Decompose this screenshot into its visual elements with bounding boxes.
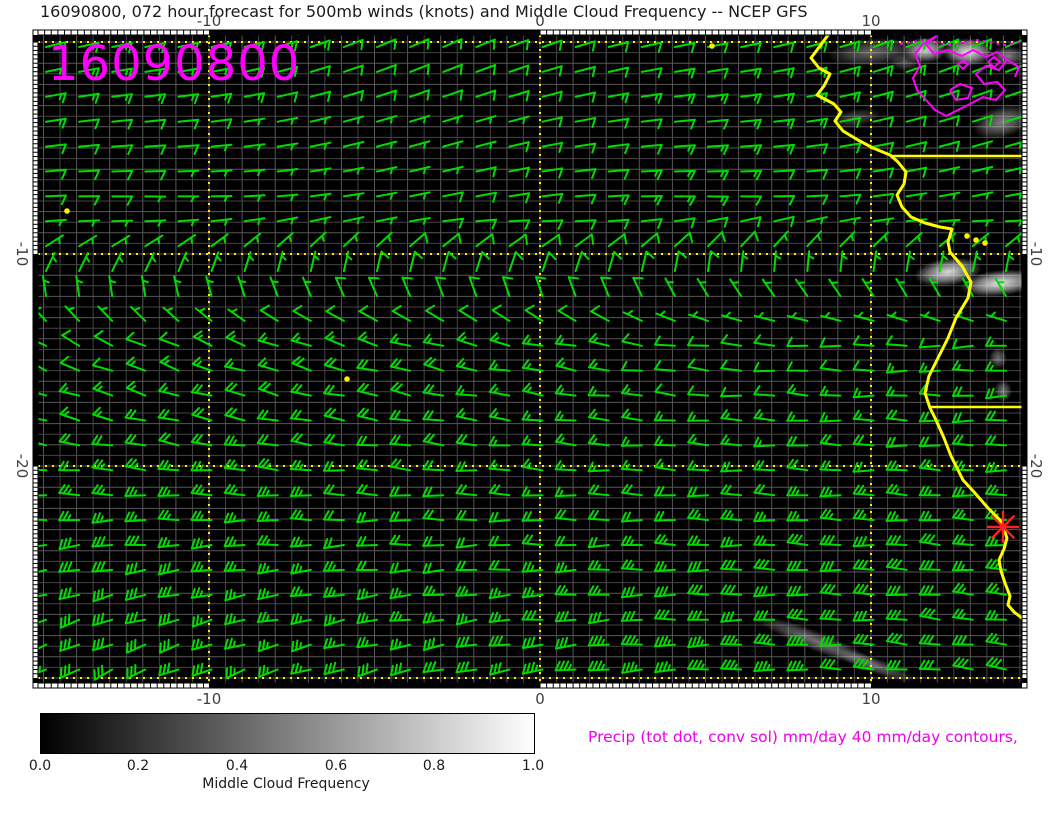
colorbar-label-0.8: 0.8	[422, 758, 446, 774]
colorbar-label-0.4: 0.4	[225, 758, 249, 774]
precip-legend-text: Precip (tot dot, conv sol) mm/day 40 mm/…	[588, 728, 1018, 746]
colorbar-label-1.0: 1.0	[521, 758, 545, 774]
axis-tick-right-m20: -20	[1027, 453, 1045, 479]
station-marker-star	[987, 511, 1019, 543]
axis-tick-right-m10: -10	[1027, 241, 1045, 267]
colorbar-label-0.6: 0.6	[324, 758, 348, 774]
axis-tick-left-m20: -20	[13, 453, 31, 479]
cloud-frequency-colorbar	[40, 713, 535, 754]
forecast-map-page: 16090800, 072 hour forecast for 500mb wi…	[0, 0, 1056, 816]
axis-tick-top-m10: -10	[196, 12, 222, 30]
axis-tick-bottom-0: 0	[535, 690, 545, 708]
colorbar-label-0.0: 0.0	[28, 758, 52, 774]
precip-dot	[344, 376, 350, 382]
axis-tick-top-10: 10	[861, 12, 881, 30]
precip-dot	[964, 233, 970, 239]
plot-background	[38, 35, 1022, 683]
axis-tick-left-m10: -10	[13, 241, 31, 267]
axis-tick-top-0: 0	[535, 12, 545, 30]
precip-dot	[973, 237, 979, 243]
colorbar-label-0.2: 0.2	[126, 758, 150, 774]
precip-dot	[709, 43, 715, 49]
precip-dot	[982, 240, 988, 246]
axis-tick-bottom-10: 10	[861, 690, 881, 708]
colorbar-caption: Middle Cloud Frequency	[202, 776, 370, 792]
precip-dot	[64, 208, 70, 214]
date-stamp: 16090800	[48, 36, 301, 92]
map-canvas	[32, 29, 1028, 689]
page-title: 16090800, 072 hour forecast for 500mb wi…	[40, 2, 808, 21]
axis-tick-bottom-m10: -10	[196, 690, 222, 708]
